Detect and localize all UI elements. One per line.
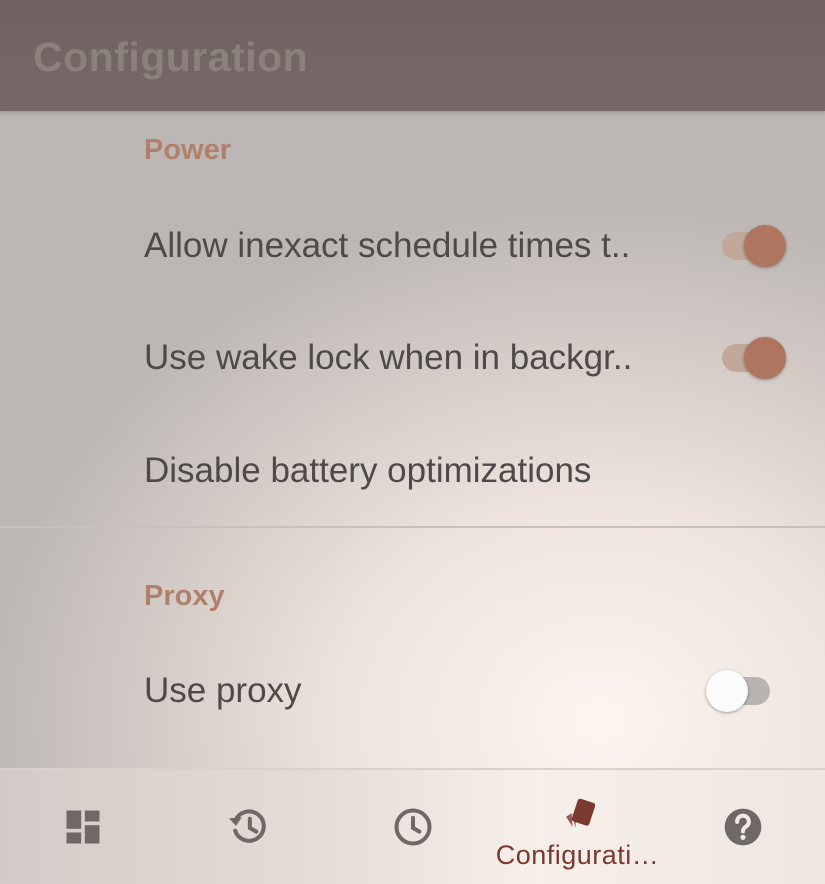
pref-use-proxy[interactable]: Use proxy: [0, 635, 825, 747]
history-icon: [228, 809, 266, 843]
section-header-power: Power: [144, 134, 232, 166]
pref-title: Use proxy: [144, 671, 302, 710]
section-header-proxy: Proxy: [144, 580, 225, 612]
pref-title: Use wake lock when in backgr..: [144, 338, 633, 377]
pref-disable-battery-optimizations[interactable]: Disable battery optimizations: [0, 415, 825, 527]
switch-thumb: [744, 337, 786, 379]
app-bar: Configuration: [0, 0, 825, 111]
clock-icon: [393, 808, 432, 846]
page-title: Configuration: [33, 34, 309, 80]
switch-thumb: [706, 670, 748, 712]
nav-item-dashboard[interactable]: [0, 770, 165, 884]
nav-label-configuration: Configurati…: [495, 840, 660, 870]
section-divider: [0, 526, 825, 528]
nav-item-configuration[interactable]: Configurati…: [495, 770, 660, 884]
pref-inexact-schedule[interactable]: Allow inexact schedule times t..: [0, 190, 825, 302]
nav-item-schedule[interactable]: [330, 770, 495, 884]
use-proxy-switch[interactable]: [706, 669, 774, 713]
nav-item-history[interactable]: [165, 770, 330, 884]
nav-item-help[interactable]: [660, 770, 825, 884]
switch-thumb: [744, 225, 786, 267]
pref-title: Allow inexact schedule times t..: [144, 226, 631, 265]
pref-wake-lock[interactable]: Use wake lock when in backgr..: [0, 302, 825, 414]
wake-lock-switch[interactable]: [718, 336, 786, 380]
dashboard-icon: [66, 810, 99, 844]
bottom-navigation: Configurati…: [0, 768, 825, 884]
inexact-schedule-switch[interactable]: [718, 224, 786, 268]
help-icon: [724, 808, 761, 846]
configuration-icon: [565, 798, 595, 828]
pref-title: Disable battery optimizations: [144, 451, 592, 490]
